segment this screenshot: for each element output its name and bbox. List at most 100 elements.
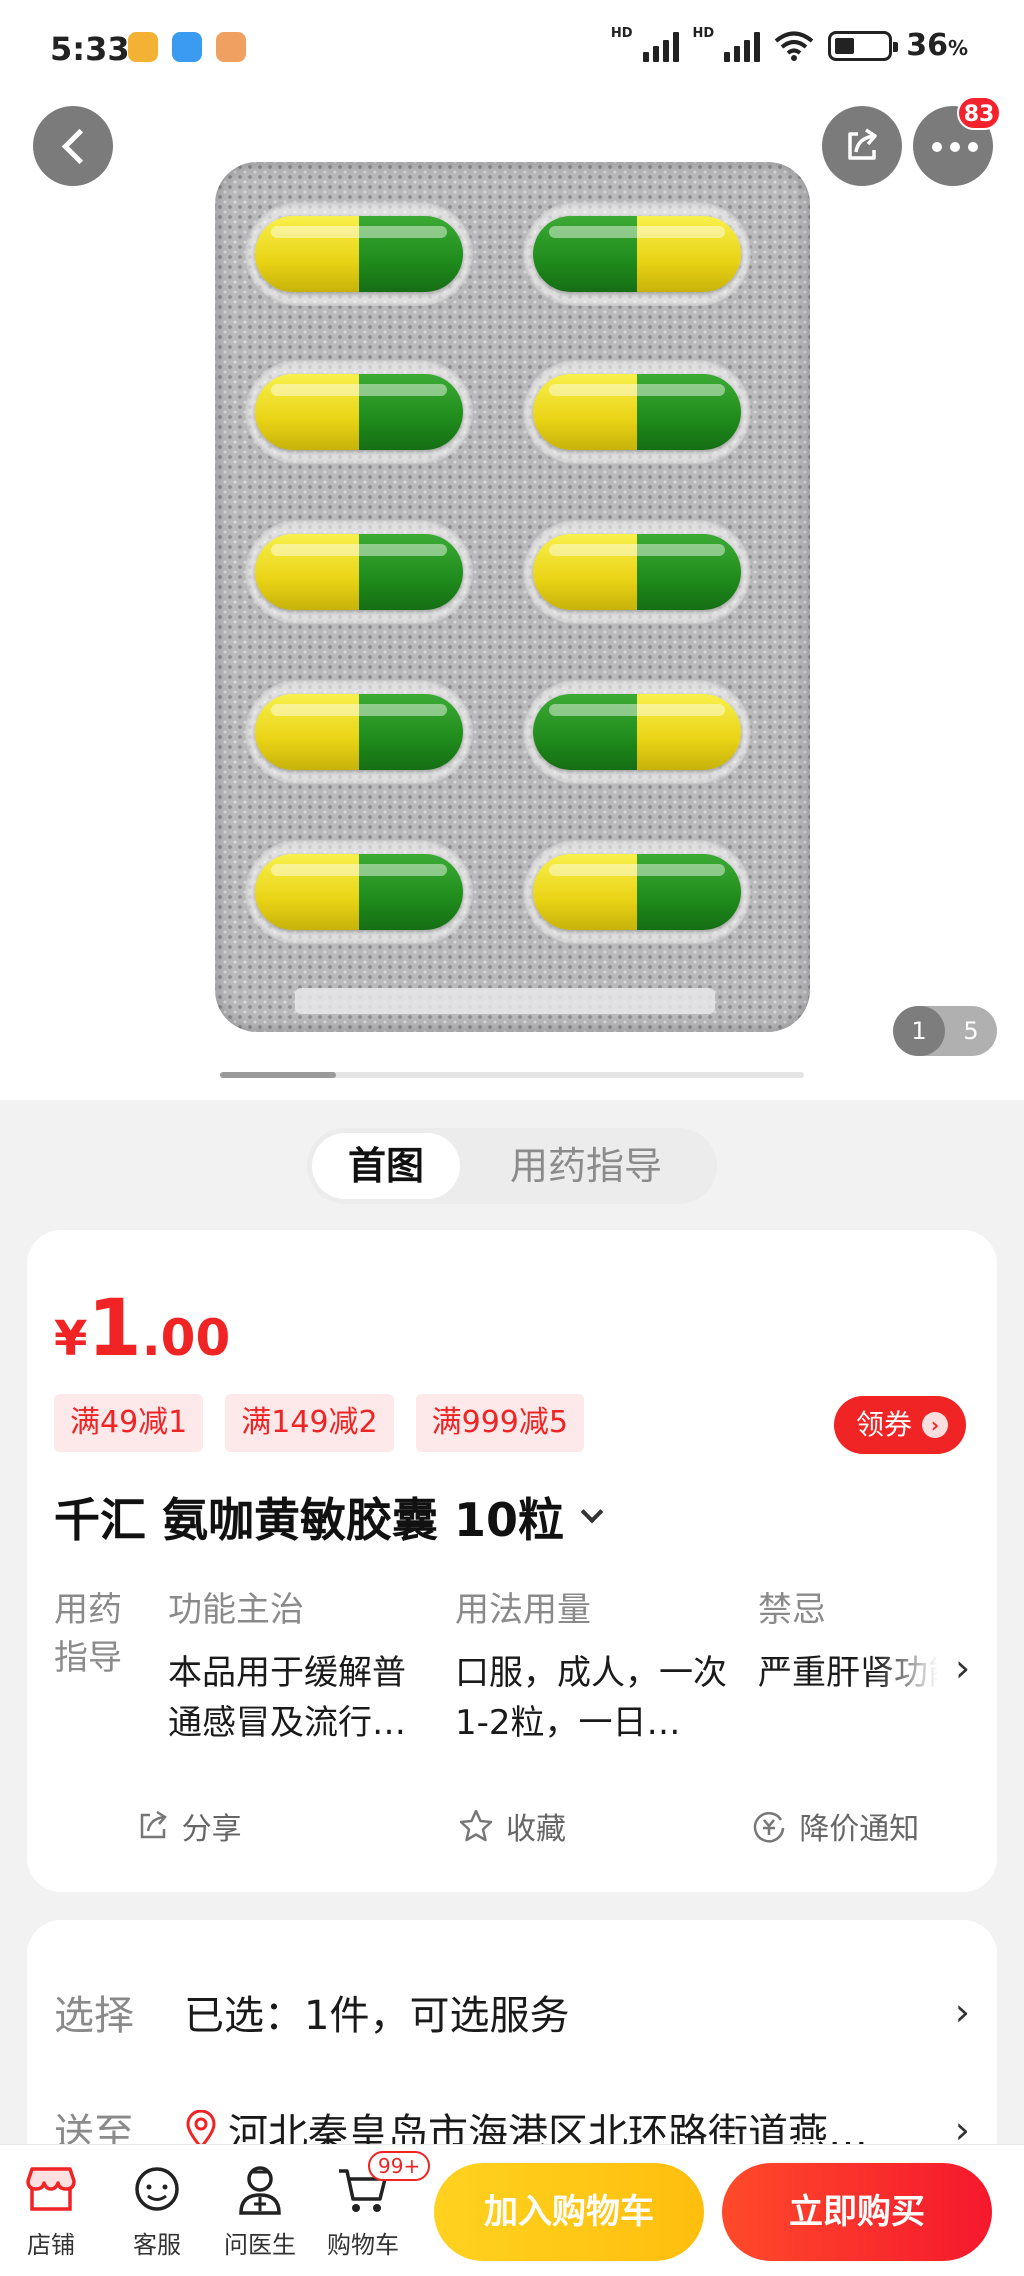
product-title-text: 千汇 氨咖黄敏胶囊 10粒	[54, 1493, 565, 1547]
network-type: HD	[610, 26, 633, 41]
capsule	[533, 694, 741, 770]
share-action-label: 分享	[181, 1812, 242, 1847]
bottom-action-bar: 店铺 客服 问医生 99+ 购物车 加入购物车 立即购买	[0, 2144, 1024, 2276]
ask-doctor-button[interactable]: 问医生	[215, 2159, 305, 2260]
product-actions: 分享 收藏 降价通知	[27, 1796, 997, 1856]
coupon-tag[interactable]: 满149减2	[225, 1394, 394, 1452]
status-time: 5:33	[50, 30, 130, 68]
buy-now-button[interactable]: 立即购买	[722, 2163, 992, 2261]
message-count-badge: 83	[957, 96, 1001, 130]
product-title[interactable]: 千汇 氨咖黄敏胶囊 10粒	[54, 1484, 604, 1550]
price-alert-action[interactable]: 降价通知	[674, 1796, 997, 1856]
capsule	[255, 854, 463, 930]
capsule-half	[533, 534, 637, 610]
guide-column-body: 口服，成人，一次1-2粒，一日…	[455, 1653, 727, 1743]
guide-column-head: 功能主治	[168, 1590, 304, 1630]
tab-main-image[interactable]: 首图	[312, 1133, 460, 1199]
guide-dosage[interactable]: 用法用量 口服，成人，一次1-2粒，一日…	[455, 1586, 735, 1748]
capsule	[255, 534, 463, 610]
favorite-action[interactable]: 收藏	[350, 1796, 673, 1856]
tab-medication-guide[interactable]: 用药指导	[460, 1133, 712, 1199]
capsule-half	[637, 694, 741, 770]
capsule	[255, 216, 463, 292]
notification-app-icon	[216, 32, 246, 62]
capsule-half	[637, 534, 741, 610]
capsule-pocket	[523, 202, 751, 306]
chevron-right-icon[interactable]: ›	[955, 1646, 970, 1690]
capsule-pocket	[245, 680, 473, 784]
coupon-tag[interactable]: 满49减1	[54, 1394, 204, 1452]
status-indicators: HD HD 36%	[610, 26, 968, 63]
share-icon	[848, 128, 877, 160]
select-value: 已选：1件，可选服务	[184, 1993, 570, 2039]
coupon-list: 满49减1 满149减2 满999减5	[54, 1394, 584, 1452]
store-button[interactable]: 店铺	[6, 2159, 96, 2260]
image-pager: 1 5	[893, 1006, 997, 1056]
chevron-down-icon	[580, 1500, 604, 1524]
wifi-icon	[774, 31, 814, 61]
capsule-half	[255, 854, 359, 930]
capsule-half	[533, 216, 637, 292]
share-action[interactable]: 分享	[27, 1796, 350, 1856]
select-row[interactable]: 选择 已选：1件，可选服务 ›	[54, 1972, 970, 2052]
product-image[interactable]	[215, 162, 810, 1032]
guide-column-body: 本品用于缓解普通感冒及流行…	[168, 1653, 406, 1743]
capsule-half	[359, 216, 463, 292]
capsule	[255, 694, 463, 770]
capsule-pocket	[245, 202, 473, 306]
get-coupon-button[interactable]: 领券 ›	[834, 1396, 967, 1454]
favorite-action-label: 收藏	[505, 1812, 566, 1847]
customer-service-button[interactable]: 客服	[112, 2159, 202, 2260]
capsule	[255, 374, 463, 450]
coupon-tag[interactable]: 满999减5	[415, 1394, 584, 1452]
notification-icons	[128, 32, 246, 62]
price-currency: ¥	[54, 1311, 88, 1367]
guide-column-head: 禁忌	[758, 1590, 826, 1630]
get-coupon-label: 领券	[856, 1408, 913, 1441]
capsule-pocket	[523, 840, 751, 944]
guide-column-head: 用法用量	[455, 1590, 591, 1630]
guide-contraindications[interactable]: 禁忌 严重肝肾功能不全者禁用。	[758, 1586, 938, 1698]
network-type: HD	[692, 26, 715, 41]
chevron-right-icon: ›	[922, 1412, 949, 1438]
chat-icon	[112, 2159, 202, 2221]
capsule-pocket	[523, 360, 751, 464]
star-icon	[459, 1809, 493, 1842]
battery-icon	[828, 30, 899, 61]
status-bar: 5:33 HD HD 36%	[0, 0, 1024, 100]
add-to-cart-button[interactable]: 加入购物车	[434, 2163, 704, 2261]
capsule-half	[255, 216, 359, 292]
capsule-pocket	[523, 680, 751, 784]
capsule-pocket	[245, 520, 473, 624]
price-integer: 1	[87, 1284, 142, 1374]
capsule-half	[637, 854, 741, 930]
cart-button[interactable]: 99+ 购物车	[318, 2151, 431, 2260]
cart-count-badge: 99+	[368, 2151, 431, 2181]
store-label: 店铺	[27, 2231, 75, 2259]
guide-indications[interactable]: 功能主治 本品用于缓解普通感冒及流行…	[168, 1586, 428, 1748]
notification-app-icon	[172, 32, 202, 62]
notification-app-icon	[128, 32, 158, 62]
capsule-half	[359, 854, 463, 930]
battery-level: 36%	[906, 28, 968, 63]
capsule-half	[533, 374, 637, 450]
image-scroll-indicator	[220, 1072, 804, 1078]
medication-guide-label: 用药指导	[54, 1590, 122, 1678]
capsule	[533, 216, 741, 292]
cart-label: 购物车	[327, 2231, 399, 2259]
product-info-card: ¥ 1 .00 满49减1 满149减2 满999减5 领券 › 千汇 氨咖黄敏…	[27, 1230, 997, 1892]
guide-column-body: 严重肝肾功能不全者禁用。	[758, 1653, 938, 1693]
capsule	[533, 854, 741, 930]
capsule-half	[359, 374, 463, 450]
share-button[interactable]	[822, 106, 902, 186]
store-icon	[6, 2159, 96, 2221]
capsule-half	[255, 694, 359, 770]
doctor-icon	[215, 2159, 305, 2221]
pager-total: 5	[963, 1017, 979, 1045]
more-icon	[932, 142, 978, 152]
capsule	[533, 534, 741, 610]
more-button[interactable]: 83	[913, 96, 1001, 186]
back-button[interactable]	[33, 106, 113, 186]
customer-service-label: 客服	[133, 2231, 181, 2259]
product-gallery[interactable]: 83 1 5	[0, 96, 1024, 1100]
